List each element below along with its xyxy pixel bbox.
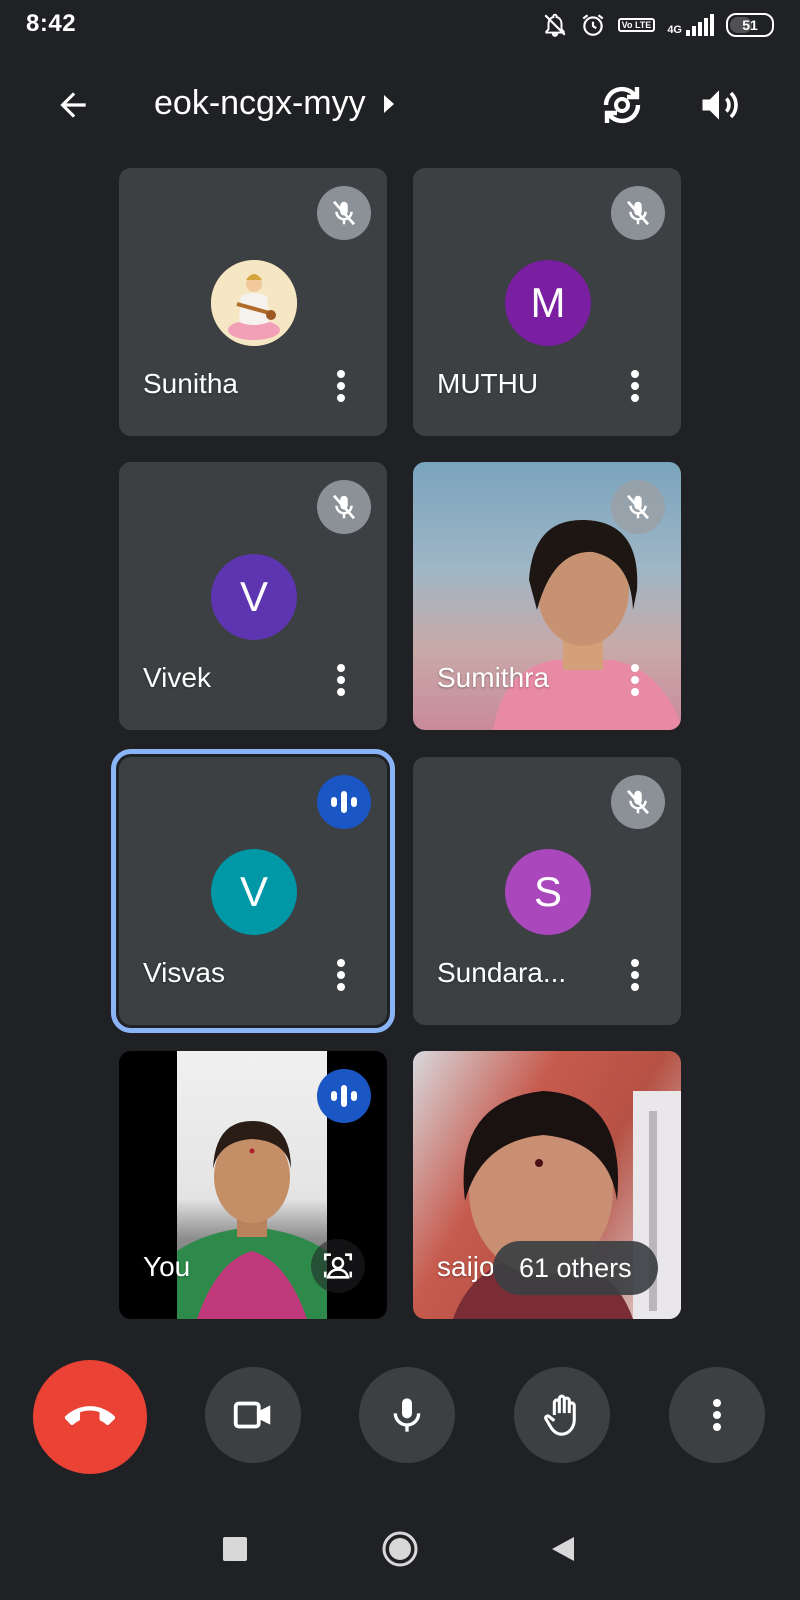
vertical-dots-icon xyxy=(337,370,345,402)
participant-tile-vivek[interactable]: V Vivek xyxy=(119,462,387,730)
back-button[interactable] xyxy=(48,80,98,130)
notifications-off-icon xyxy=(544,13,566,37)
audio-level-bar xyxy=(341,1085,347,1107)
self-video-frame xyxy=(177,1051,327,1319)
microphone-icon xyxy=(393,1398,421,1432)
status-icons: Vo LTE 4G 51 xyxy=(542,10,774,40)
mic-off-icon xyxy=(626,200,650,226)
participant-tile-muthu[interactable]: M MUTHU xyxy=(413,168,681,436)
home-circle-icon xyxy=(382,1531,418,1567)
mic-off-badge xyxy=(317,186,371,240)
raise-hand-icon xyxy=(544,1394,576,1436)
others-count-pill[interactable]: 61 others xyxy=(493,1241,658,1295)
video-feed xyxy=(177,1121,327,1319)
mic-off-icon xyxy=(626,789,650,815)
meeting-code: eok-ncgx-myy xyxy=(154,84,366,122)
more-options-button[interactable] xyxy=(321,658,361,702)
signal-icon: 4G xyxy=(667,14,714,36)
mic-off-badge xyxy=(317,480,371,534)
more-options-button[interactable] xyxy=(669,1367,765,1463)
more-options-button[interactable] xyxy=(321,953,361,997)
switch-camera-icon xyxy=(603,86,641,124)
speaking-indicator xyxy=(317,775,371,829)
audio-level-bar xyxy=(351,1091,357,1101)
participant-tile-visvas[interactable]: V Visvas xyxy=(111,749,395,1033)
participant-name: MUTHU xyxy=(437,368,539,399)
audio-level-bar xyxy=(341,791,347,813)
status-time: 8:42 xyxy=(26,10,77,37)
speaking-indicator xyxy=(317,1069,371,1123)
meeting-header: eok-ncgx-myy xyxy=(0,60,800,150)
mic-off-badge xyxy=(611,775,665,829)
battery-level: 51 xyxy=(742,17,758,33)
raise-hand-button[interactable] xyxy=(514,1367,610,1463)
back-nav-button[interactable] xyxy=(538,1524,588,1574)
switch-camera-button[interactable] xyxy=(595,78,649,132)
more-options-button[interactable] xyxy=(615,658,655,702)
audio-level-bar xyxy=(351,797,357,807)
participant-name: You xyxy=(143,1251,191,1282)
videocam-icon xyxy=(233,1401,271,1429)
vertical-dots-icon xyxy=(713,1399,721,1431)
more-options-button[interactable] xyxy=(615,953,655,997)
meeting-code-button[interactable]: eok-ncgx-myy xyxy=(154,84,394,123)
mic-off-icon xyxy=(626,494,650,520)
alarm-icon xyxy=(582,14,604,36)
avatar-image xyxy=(211,260,297,346)
background-effects-button[interactable] xyxy=(311,1239,365,1293)
participant-name: Sumithra xyxy=(437,662,550,693)
back-triangle-icon xyxy=(552,1537,574,1561)
recents-square-icon xyxy=(223,1537,247,1561)
speaker-icon xyxy=(702,90,738,120)
network-type: 4G xyxy=(667,24,682,36)
speaker-button[interactable] xyxy=(692,78,746,132)
participant-name: saijo xyxy=(437,1251,495,1282)
camera-toggle-button[interactable] xyxy=(205,1367,301,1463)
audio-level-bar xyxy=(331,1091,337,1101)
participant-tile-sunitha[interactable]: Sunitha xyxy=(119,168,387,436)
end-call-button[interactable] xyxy=(33,1360,147,1474)
volte-icon: Vo LTE xyxy=(617,18,656,32)
call-controls xyxy=(0,1360,800,1480)
hang-up-icon xyxy=(64,1406,116,1426)
participant-tile-you[interactable]: You xyxy=(119,1051,387,1319)
recents-button[interactable] xyxy=(210,1524,260,1574)
mic-off-badge xyxy=(611,186,665,240)
participant-name: Visvas xyxy=(143,957,225,988)
back-arrow-icon xyxy=(60,92,86,118)
system-navigation-bar xyxy=(0,1500,800,1600)
battery-icon: 51 xyxy=(726,13,774,37)
avatar-letter: S xyxy=(505,849,591,935)
participant-tile-sumithra[interactable]: Sumithra xyxy=(413,462,681,730)
vertical-dots-icon xyxy=(631,370,639,402)
participant-tile-saijo[interactable]: saijo 61 others xyxy=(413,1051,681,1319)
avatar-letter: V xyxy=(211,849,297,935)
mic-off-badge xyxy=(611,480,665,534)
participant-name: Vivek xyxy=(143,662,211,693)
goddess-portrait-icon xyxy=(211,260,297,346)
mic-off-icon xyxy=(332,494,356,520)
participant-tile-sundara[interactable]: S Sundara... xyxy=(413,757,681,1025)
participant-name: Sunitha xyxy=(143,368,238,399)
more-options-button[interactable] xyxy=(321,364,361,408)
home-button[interactable] xyxy=(375,1524,425,1574)
more-options-button[interactable] xyxy=(615,364,655,408)
mic-off-icon xyxy=(332,200,356,226)
microphone-toggle-button[interactable] xyxy=(359,1367,455,1463)
avatar-letter: M xyxy=(505,260,591,346)
avatar-letter: V xyxy=(211,554,297,640)
background-effects-icon xyxy=(323,1253,353,1279)
audio-level-bar xyxy=(331,797,337,807)
vertical-dots-icon xyxy=(631,664,639,696)
vertical-dots-icon xyxy=(631,959,639,991)
vertical-dots-icon xyxy=(337,664,345,696)
vertical-dots-icon xyxy=(337,959,345,991)
participant-name: Sundara... xyxy=(437,957,567,988)
caret-right-icon xyxy=(383,94,394,113)
status-bar: 8:42 Vo LTE 4G 51 xyxy=(0,0,800,50)
